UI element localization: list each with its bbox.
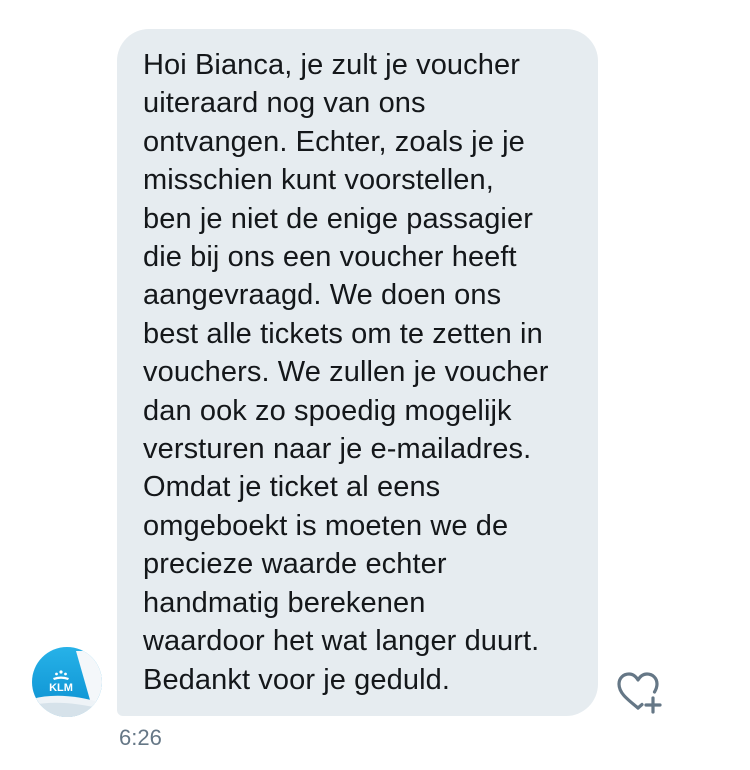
message-text-line: dan ook zo spoedig mogelijk bbox=[143, 394, 512, 427]
avatar-logo-text: KLM bbox=[49, 682, 73, 694]
message-text-line: precieze waarde echter bbox=[143, 548, 447, 581]
message-text-line: waardoor het wat langer duurt. bbox=[143, 625, 540, 658]
message-text-line: misschien kunt voorstellen, bbox=[143, 164, 494, 197]
message-text-line: Omdat je ticket al eens bbox=[143, 471, 441, 504]
klm-airline-logo-icon: KLM bbox=[32, 647, 102, 717]
message-text-line: handmatig berekenen bbox=[143, 586, 426, 619]
message-text-line: vouchers. We zullen je voucher bbox=[143, 356, 549, 389]
message-text-line: versturen naar je e-mailadres. bbox=[143, 433, 532, 466]
message-text-line: uiteraard nog van ons bbox=[143, 87, 426, 120]
like-message-button[interactable] bbox=[614, 668, 666, 716]
heart-plus-icon bbox=[617, 672, 662, 714]
message-text-line: omgeboekt is moeten we de bbox=[143, 509, 509, 542]
message-text-line: Bedankt voor je geduld. bbox=[143, 663, 451, 696]
dm-conversation: KLM Hoi Bianca, je zult je voucher uiter… bbox=[0, 0, 750, 770]
message-text-line: aangevraagd. We doen ons bbox=[143, 279, 502, 312]
message-timestamp: 6:26 bbox=[119, 725, 162, 750]
message-text-line: ben je niet de enige passagier bbox=[143, 202, 533, 235]
message-text-line: Hoi Bianca, je zult je voucher bbox=[143, 49, 520, 81]
message-text-line: best alle tickets om te zetten in bbox=[143, 317, 543, 350]
message-text-line: ontvangen. Echter, zoals je je bbox=[143, 125, 525, 158]
message-bubble[interactable]: Hoi Bianca, je zult je voucher uiteraard… bbox=[117, 29, 598, 716]
avatar[interactable]: KLM bbox=[32, 647, 102, 717]
message-text-line: die bij ons een voucher heeft bbox=[143, 241, 517, 274]
